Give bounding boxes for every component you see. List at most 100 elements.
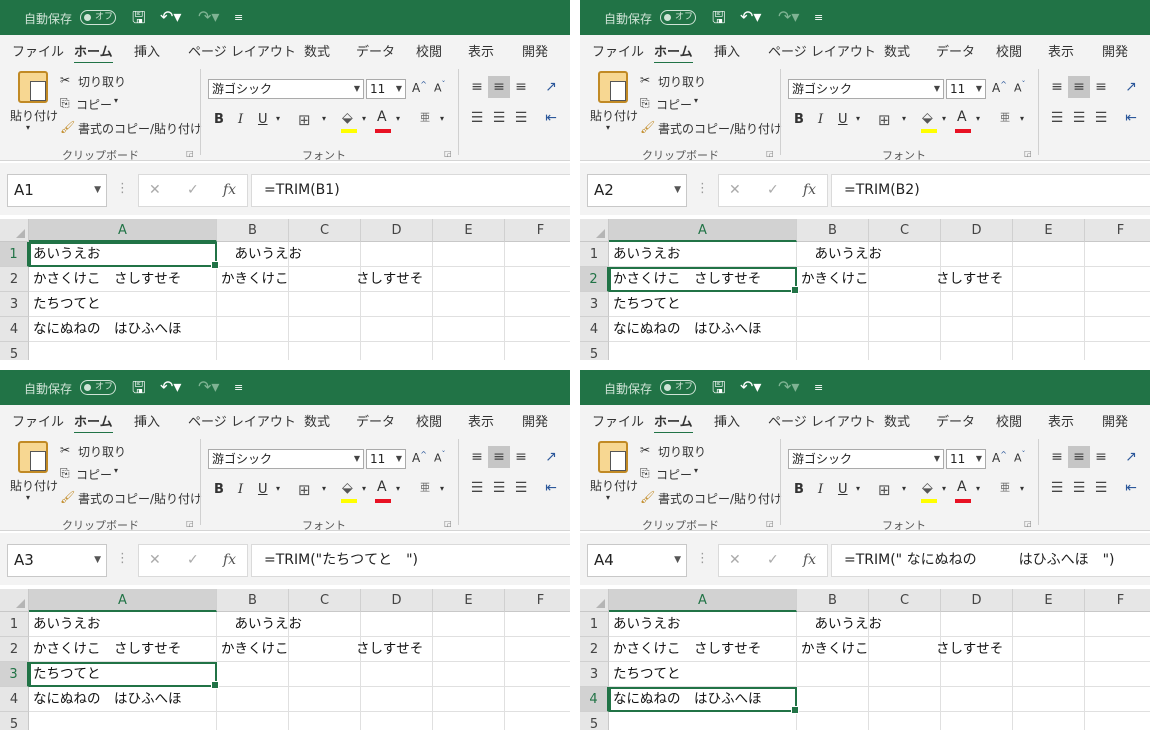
align-right-icon[interactable]: ☰ [1090,477,1112,499]
paste-button[interactable]: 貼り付け [10,477,58,494]
phonetic-guide-icon[interactable]: 亜 [420,479,430,494]
borders-icon[interactable]: ⊞ [878,481,891,499]
redo-icon[interactable]: ↷▾ [778,7,799,26]
tab-insert[interactable]: 挿入 [134,41,160,60]
tab-data[interactable]: データ [936,411,975,430]
formula-input[interactable]: =TRIM(B1) [251,174,570,207]
bold-button[interactable]: B [214,112,224,127]
row-header-1[interactable]: 1 [0,612,29,637]
save-icon[interactable]: 🖫 [132,7,146,34]
decrease-indent-icon[interactable]: ⇤ [540,477,562,499]
paste-icon[interactable] [598,71,628,103]
column-header-d[interactable]: D [941,589,1013,612]
column-header-b[interactable]: B [797,219,869,242]
tab-insert[interactable]: 挿入 [134,411,160,430]
insert-function-icon[interactable]: fx [223,182,236,198]
row-header-5[interactable]: 5 [0,342,29,360]
underline-dropdown-icon[interactable]: ▾ [276,484,280,493]
tab-review[interactable]: 校閲 [416,41,442,60]
autosave-toggle[interactable]: オフ [660,380,696,395]
cut-button[interactable]: 切り取り [658,443,706,460]
enter-icon[interactable]: ✓ [187,182,199,198]
cell-a3[interactable]: たちつてと [609,292,681,317]
font-color-dropdown-icon[interactable]: ▾ [396,114,400,123]
phonetic-guide-icon[interactable]: 亜 [1000,109,1010,124]
tab-developer[interactable]: 開発 [1102,41,1128,60]
copy-dropdown-icon[interactable]: ▾ [114,96,118,105]
borders-icon[interactable]: ⊞ [298,481,311,499]
tab-file[interactable]: ファイル [12,41,64,60]
cut-button[interactable]: 切り取り [658,73,706,90]
underline-button[interactable]: U [838,112,848,127]
tab-data[interactable]: データ [356,411,395,430]
column-header-a[interactable]: A [29,219,217,242]
tab-formulas[interactable]: 数式 [304,41,330,60]
align-bottom-icon[interactable]: ≡ [510,446,532,468]
more-options-icon[interactable]: ⋮ [116,551,129,566]
name-box[interactable]: A1 ▼ [7,174,107,207]
align-top-icon[interactable]: ≡ [1046,76,1068,98]
phonetic-guide-icon[interactable]: 亜 [420,109,430,124]
undo-icon[interactable]: ↶▾ [740,377,761,396]
bold-button[interactable]: B [794,112,804,127]
cell-a1[interactable]: あいうえお [609,242,681,267]
name-box[interactable]: A4 ▼ [587,544,687,577]
customize-qat-icon[interactable]: ≡ [234,11,243,24]
worksheet-grid[interactable]: A B C D E F 1 2 3 4 5 あいうえお あいうえお かさくけこ さしすせそ かきくけこ さ… [580,219,1150,360]
row-header-4[interactable]: 4 [0,317,29,342]
tab-file[interactable]: ファイル [12,411,64,430]
paste-button[interactable]: 貼り付け [590,107,638,124]
fill-color-dropdown-icon[interactable]: ▾ [942,114,946,123]
align-middle-icon[interactable]: ≡ [488,76,510,98]
row-header-2[interactable]: 2 [580,267,609,292]
italic-button[interactable]: I [818,482,823,497]
tab-formulas[interactable]: 数式 [304,411,330,430]
autosave-toggle[interactable]: オフ [660,10,696,25]
fill-color-icon[interactable]: ⬙ [922,480,933,496]
orientation-icon[interactable]: ↗ [1120,446,1142,468]
font-launcher-icon[interactable]: ◲ [444,149,452,158]
phonetic-dropdown-icon[interactable]: ▾ [440,484,444,493]
align-right-icon[interactable]: ☰ [1090,107,1112,129]
row-header-3[interactable]: 3 [0,662,29,687]
copy-button[interactable]: コピー [656,96,692,113]
tab-insert[interactable]: 挿入 [714,411,740,430]
copy-dropdown-icon[interactable]: ▾ [694,96,698,105]
font-color-dropdown-icon[interactable]: ▾ [976,114,980,123]
select-all-corner[interactable] [580,219,609,242]
align-top-icon[interactable]: ≡ [466,76,488,98]
decrease-font-size-button[interactable]: Aˇ [434,80,446,95]
cell-b1[interactable]: あいうえお [217,612,302,637]
enter-icon[interactable]: ✓ [767,182,779,198]
borders-icon[interactable]: ⊞ [878,111,891,129]
underline-button[interactable]: U [838,482,848,497]
clipboard-launcher-icon[interactable]: ◲ [766,519,774,528]
column-header-e[interactable]: E [433,219,505,242]
redo-icon[interactable]: ↷▾ [198,7,219,26]
cancel-icon[interactable]: ✕ [729,552,741,568]
tab-page-layout[interactable]: ページ レイアウト [188,41,296,60]
align-bottom-icon[interactable]: ≡ [1090,446,1112,468]
italic-button[interactable]: I [238,112,243,127]
cell-b2[interactable]: かきくけこ さしすせそ [217,637,423,662]
underline-dropdown-icon[interactable]: ▾ [856,114,860,123]
tab-page-layout[interactable]: ページ レイアウト [188,411,296,430]
row-header-1[interactable]: 1 [0,242,29,267]
phonetic-guide-icon[interactable]: 亜 [1000,479,1010,494]
align-right-icon[interactable]: ☰ [510,107,532,129]
tab-review[interactable]: 校閲 [416,411,442,430]
align-center-icon[interactable]: ☰ [488,107,510,129]
column-header-b[interactable]: B [797,589,869,612]
font-name-select[interactable]: 游ゴシック ▼ [788,449,944,469]
save-icon[interactable]: 🖫 [712,377,726,404]
undo-icon[interactable]: ↶▾ [740,7,761,26]
worksheet-grid[interactable]: A B C D E F 1 2 3 4 5 あいうえお あいうえお かさくけこ さしすせそ かきくけこ さ… [0,589,570,730]
autosave-toggle[interactable]: オフ [80,380,116,395]
cell-a2[interactable]: かさくけこ さしすせそ [29,637,181,662]
phonetic-dropdown-icon[interactable]: ▾ [1020,484,1024,493]
row-header-2[interactable]: 2 [580,637,609,662]
tab-file[interactable]: ファイル [592,411,644,430]
paste-button[interactable]: 貼り付け [10,107,58,124]
undo-icon[interactable]: ↶▾ [160,7,181,26]
autosave-toggle[interactable]: オフ [80,10,116,25]
